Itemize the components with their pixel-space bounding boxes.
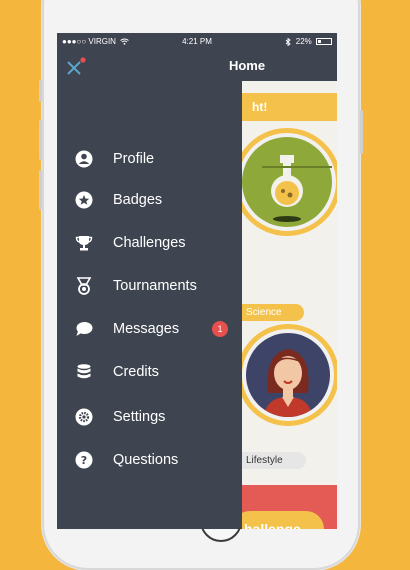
volume-up-button xyxy=(39,120,42,160)
menu-label-messages: Messages xyxy=(113,321,180,337)
gear-icon xyxy=(75,408,93,426)
menu-label-questions: Questions xyxy=(113,452,179,468)
coins-icon xyxy=(77,364,91,379)
menu-item-questions[interactable]: ? Questions xyxy=(57,442,242,478)
menu-label-tournaments: Tournaments xyxy=(113,278,197,294)
medal-icon xyxy=(76,277,92,295)
lifestyle-category-card[interactable] xyxy=(246,333,330,417)
svg-text:?: ? xyxy=(81,454,87,467)
messages-count-badge: 1 xyxy=(212,321,228,337)
bluetooth-icon xyxy=(285,37,291,47)
battery-icon xyxy=(316,38,332,46)
menu-item-messages[interactable]: Messages 1 xyxy=(57,311,242,347)
battery-percent: 22% xyxy=(295,37,312,46)
mute-switch xyxy=(39,80,42,102)
menu-item-tournaments[interactable]: Tournaments xyxy=(57,268,242,304)
app-header: Home xyxy=(57,51,337,81)
menu-item-profile[interactable]: Profile xyxy=(57,141,242,177)
menu-label-badges: Badges xyxy=(113,192,163,208)
menu-item-badges[interactable]: Badges xyxy=(57,182,242,218)
chat-bubble-icon xyxy=(76,322,93,336)
challenge-button[interactable]: hallenge xyxy=(242,511,324,529)
trophy-icon xyxy=(75,236,93,251)
volume-down-button xyxy=(39,170,42,210)
power-button xyxy=(360,110,363,154)
menu-label-settings: Settings xyxy=(113,409,166,425)
side-drawer: Profile Badges Challenges Tournaments Me… xyxy=(57,81,242,529)
science-pill: Science xyxy=(242,304,304,321)
question-icon: ? xyxy=(75,451,93,469)
menu-label-challenges: Challenges xyxy=(113,235,186,251)
menu-label-credits: Credits xyxy=(113,364,159,380)
menu-label-profile: Profile xyxy=(113,151,155,167)
menu-item-challenges[interactable]: Challenges xyxy=(57,225,242,261)
welcome-banner: ht! xyxy=(242,93,337,121)
status-bar: ●●●○○ VIRGIN 4:21 PM 22% xyxy=(57,33,337,51)
woman-avatar-icon xyxy=(264,349,312,417)
lifestyle-pill: Lifestyle xyxy=(242,452,306,469)
menu-item-credits[interactable]: Credits xyxy=(57,354,242,390)
menu-item-settings[interactable]: Settings xyxy=(57,399,242,435)
home-content: ht! Science Lifestyle hallenge xyxy=(242,81,337,529)
science-category-card[interactable] xyxy=(242,137,332,227)
page-title: Home xyxy=(228,58,266,73)
flask-icon xyxy=(262,155,332,222)
user-icon xyxy=(75,150,93,168)
star-badge-icon xyxy=(75,191,93,209)
screen: ht! Science Lifestyle hallenge ●●●○○ VIR… xyxy=(57,33,337,529)
